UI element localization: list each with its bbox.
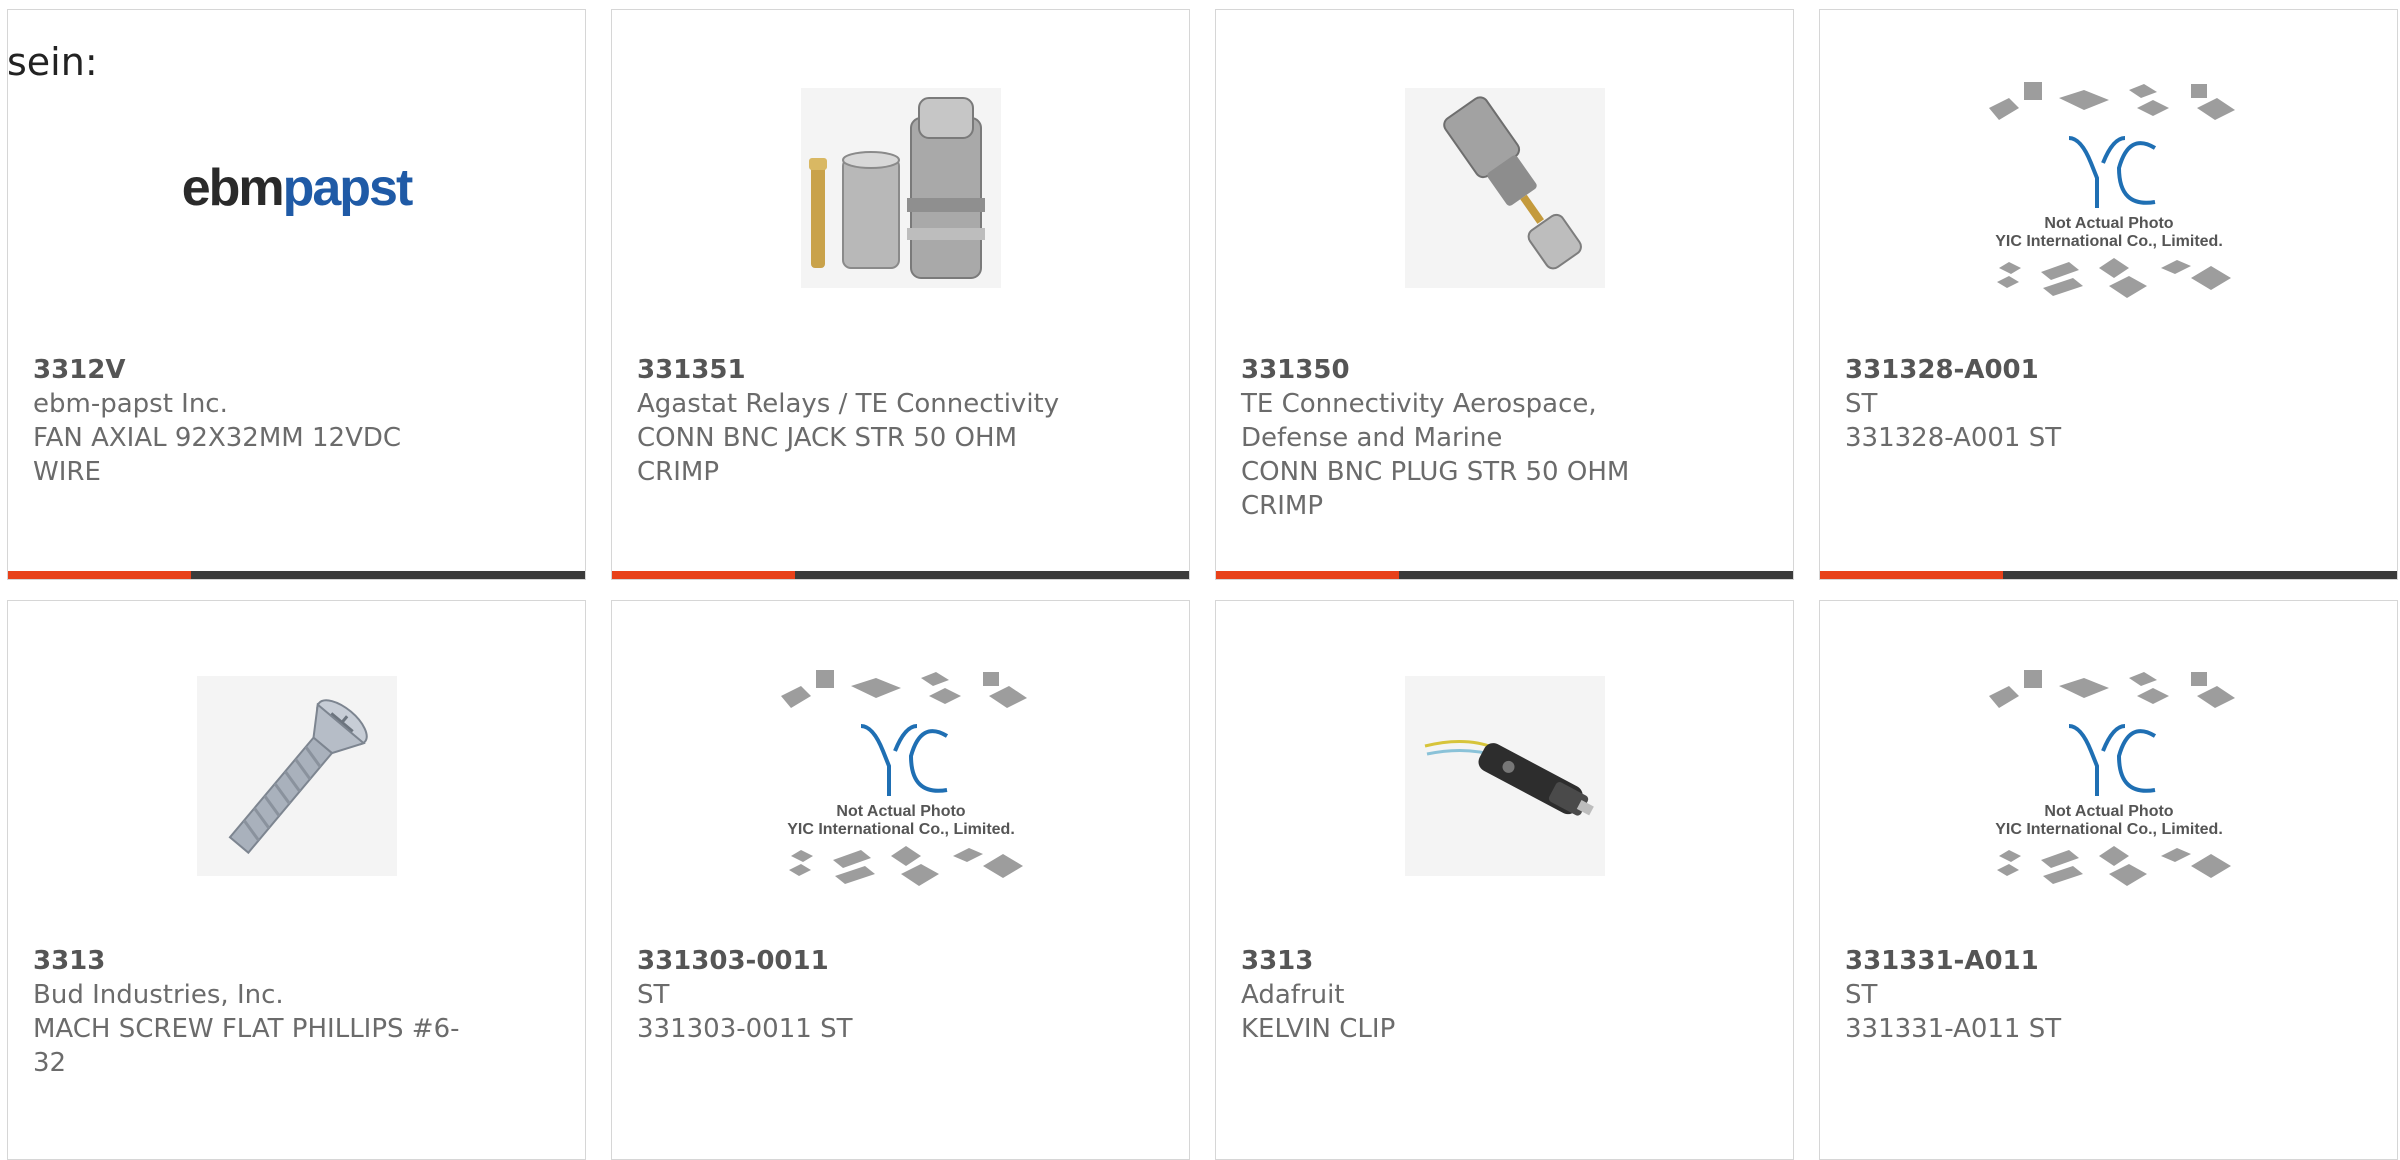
manufacturer: ST xyxy=(1845,389,1878,419)
description: MACH SCREW FLAT PHILLIPS #6-32 xyxy=(33,1014,460,1078)
yic-placeholder-image: Not Actual Photo YIC International Co., … xyxy=(780,670,1027,886)
product-card[interactable]: 331350 TE Connectivity Aerospace, Defens… xyxy=(1215,9,1794,580)
product-image: Not Actual Photo YIC International Co., … xyxy=(761,656,1041,896)
manufacturer: ST xyxy=(637,980,670,1010)
manufacturer: ebm-papst Inc. xyxy=(33,389,228,419)
part-number[interactable]: 331351 xyxy=(637,353,1077,387)
part-number[interactable]: 3313 xyxy=(1241,944,1681,978)
description: 331328-A001 ST xyxy=(1845,423,2062,453)
part-number[interactable]: 331331-A011 xyxy=(1845,944,2285,978)
manufacturer: ST xyxy=(1845,980,1878,1010)
part-number[interactable]: 331350 xyxy=(1241,353,1681,387)
description: FAN AXIAL 92X32MM 12VDC WIRE xyxy=(33,423,402,487)
svg-text:Not Actual Photo: Not Actual Photo xyxy=(836,803,965,820)
part-number[interactable]: 331303-0011 xyxy=(637,944,1077,978)
card-accent-bar xyxy=(8,571,585,579)
part-number[interactable]: 3313 xyxy=(33,944,473,978)
product-grid: ebmpapst 3312V ebm-papst Inc. FAN AXIAL … xyxy=(0,0,2400,1160)
svg-text:Not Actual Photo: Not Actual Photo xyxy=(2044,215,2173,232)
product-card[interactable]: Not Actual Photo YIC International Co., … xyxy=(611,600,1190,1160)
product-info: 331328-A001 ST 331328-A001 ST xyxy=(1845,353,2285,455)
manufacturer: Agastat Relays / TE Connectivity xyxy=(637,389,1060,419)
product-image xyxy=(1365,656,1645,896)
product-card[interactable]: Not Actual Photo YIC International Co., … xyxy=(1819,9,2398,580)
description: 331303-0011 ST xyxy=(637,1014,853,1044)
product-card[interactable]: Not Actual Photo YIC International Co., … xyxy=(1819,600,2398,1160)
ebmpapst-logo: ebmpapst xyxy=(181,159,414,217)
description: CONN BNC PLUG STR 50 OHM CRIMP xyxy=(1241,457,1630,521)
manufacturer: TE Connectivity Aerospace, Defense and M… xyxy=(1241,389,1597,453)
part-number[interactable]: 331328-A001 xyxy=(1845,353,2285,387)
kelvin-clip-photo xyxy=(1404,676,1605,876)
bnc-jack-photo xyxy=(800,88,1001,288)
product-info: 3313 Bud Industries, Inc. MACH SCREW FLA… xyxy=(33,944,473,1080)
description: 331331-A011 ST xyxy=(1845,1014,2062,1044)
card-accent-bar xyxy=(1216,571,1793,579)
product-image: Not Actual Photo YIC International Co., … xyxy=(1969,68,2249,308)
product-image xyxy=(761,68,1041,308)
yic-placeholder-image: Not Actual Photo YIC International Co., … xyxy=(1988,82,2235,298)
product-info: 331350 TE Connectivity Aerospace, Defens… xyxy=(1241,353,1681,523)
product-info: 331331-A011 ST 331331-A011 ST xyxy=(1845,944,2285,1046)
product-info: 331351 Agastat Relays / TE Connectivity … xyxy=(637,353,1077,489)
manufacturer: Bud Industries, Inc. xyxy=(33,980,284,1010)
description: CONN BNC JACK STR 50 OHM CRIMP xyxy=(637,423,1018,487)
product-card[interactable]: 3313 Adafruit KELVIN CLIP xyxy=(1215,600,1794,1160)
card-accent-bar xyxy=(1820,571,2397,579)
lead-text: sein: xyxy=(7,40,98,84)
manufacturer: Adafruit xyxy=(1241,980,1345,1010)
product-card[interactable]: 331351 Agastat Relays / TE Connectivity … xyxy=(611,9,1190,580)
description: KELVIN CLIP xyxy=(1241,1014,1396,1044)
product-info: 3312V ebm-papst Inc. FAN AXIAL 92X32MM 1… xyxy=(33,353,473,489)
product-image xyxy=(157,656,437,896)
product-info: 331303-0011 ST 331303-0011 ST xyxy=(637,944,1077,1046)
svg-text:YIC International Co., Limited: YIC International Co., Limited. xyxy=(1995,821,2223,838)
product-card[interactable]: 3313 Bud Industries, Inc. MACH SCREW FLA… xyxy=(7,600,586,1160)
part-number[interactable]: 3312V xyxy=(33,353,473,387)
svg-text:YIC International Co., Limited: YIC International Co., Limited. xyxy=(787,821,1015,838)
svg-text:Not Actual Photo: Not Actual Photo xyxy=(2044,803,2173,820)
product-image xyxy=(1365,68,1645,308)
product-image: ebmpapst xyxy=(157,68,437,308)
bnc-plug-photo xyxy=(1404,88,1605,288)
product-info: 3313 Adafruit KELVIN CLIP xyxy=(1241,944,1681,1046)
product-image: Not Actual Photo YIC International Co., … xyxy=(1969,656,2249,896)
card-accent-bar xyxy=(612,571,1189,579)
yic-placeholder-image: Not Actual Photo YIC International Co., … xyxy=(1988,670,2235,886)
screw-photo xyxy=(196,676,397,876)
product-card[interactable]: ebmpapst 3312V ebm-papst Inc. FAN AXIAL … xyxy=(7,9,586,580)
svg-text:YIC International Co., Limited: YIC International Co., Limited. xyxy=(1995,233,2223,250)
